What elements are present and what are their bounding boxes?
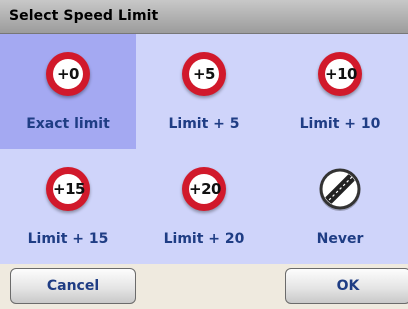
- title-bar: Select Speed Limit: [0, 0, 408, 34]
- sign-value: +20: [189, 174, 221, 204]
- option-label: Never: [316, 231, 364, 247]
- option-label: Limit + 10: [299, 116, 381, 132]
- option-label: Limit + 5: [168, 116, 240, 132]
- option-label: Limit + 20: [163, 231, 245, 247]
- speed-limit-sign-icon: +20: [182, 167, 226, 211]
- option-never[interactable]: Never: [272, 149, 408, 264]
- option-limit-plus-5[interactable]: +5 Limit + 5: [136, 34, 272, 149]
- sign-value: +5: [189, 59, 219, 89]
- dialog-title: Select Speed Limit: [9, 8, 159, 24]
- speed-limit-sign-icon: +5: [182, 52, 226, 96]
- cancel-button[interactable]: Cancel: [10, 268, 136, 304]
- option-limit-plus-15[interactable]: +15 Limit + 15: [0, 149, 136, 264]
- speed-limit-sign-icon: +15: [46, 167, 90, 211]
- ok-button[interactable]: OK: [285, 268, 408, 304]
- option-limit-plus-10[interactable]: +10 Limit + 10: [272, 34, 408, 149]
- sign-value: +10: [325, 59, 357, 89]
- option-label: Limit + 15: [27, 231, 109, 247]
- end-of-limit-sign-icon: [319, 168, 361, 211]
- speed-limit-options-grid: +0 Exact limit +5 Limit + 5 +10 Limit + …: [0, 34, 408, 264]
- speed-limit-sign-icon: +0: [46, 52, 90, 96]
- option-limit-plus-20[interactable]: +20 Limit + 20: [136, 149, 272, 264]
- option-label: Exact limit: [26, 116, 110, 132]
- option-exact-limit[interactable]: +0 Exact limit: [0, 34, 136, 149]
- sign-value: +15: [53, 174, 85, 204]
- sign-value: +0: [53, 59, 83, 89]
- speed-limit-sign-icon: +10: [318, 52, 362, 96]
